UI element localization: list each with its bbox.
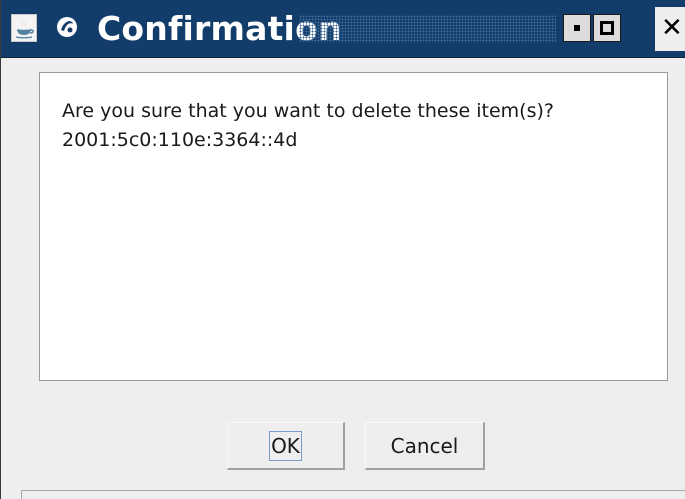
confirmation-message: Are you sure that you want to delete the… [62, 97, 661, 155]
java-icon[interactable] [11, 14, 37, 42]
minimize-button[interactable] [563, 14, 591, 42]
close-button[interactable]: ✕ [655, 7, 685, 51]
app-logo-icon [55, 15, 79, 39]
cancel-button-label: Cancel [390, 434, 459, 458]
ok-button[interactable]: OK [227, 422, 345, 470]
message-panel: Are you sure that you want to delete the… [39, 72, 668, 381]
cancel-button[interactable]: Cancel [365, 422, 485, 470]
ok-button-label: OK [269, 431, 302, 461]
maximize-button[interactable] [593, 14, 621, 42]
maximize-icon [600, 21, 614, 35]
title-bar[interactable]: Confirmation ✕ [1, 0, 685, 58]
confirmation-dialog: Confirmation ✕ Are you sure that you wan… [0, 0, 685, 499]
message-item-address: 2001:5c0:110e:3364::4d [62, 129, 298, 151]
close-icon: ✕ [661, 13, 683, 43]
title-bar-texture [299, 15, 556, 43]
title-bar-content: Confirmation ✕ [7, 7, 685, 51]
message-question: Are you sure that you want to delete the… [62, 100, 554, 122]
minimize-icon [574, 25, 580, 31]
window-bottom-edge [21, 490, 685, 499]
